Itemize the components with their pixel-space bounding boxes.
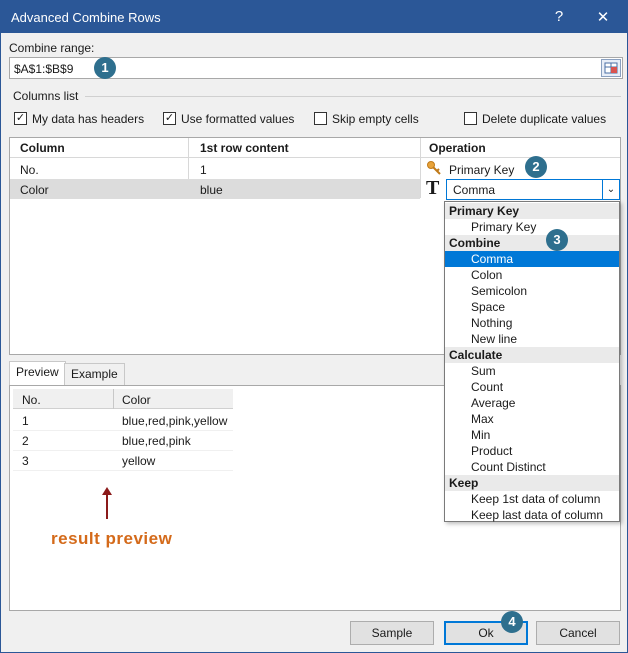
dd-group-calculate: Calculate: [445, 347, 619, 363]
help-button[interactable]: ?: [549, 8, 569, 25]
dd-option-semicolon[interactable]: Semicolon: [445, 283, 619, 299]
step-1-badge: 1: [94, 57, 116, 79]
preview-row: 2 blue,red,pink: [13, 431, 233, 451]
preview-cell: 3: [22, 454, 29, 468]
step-4-badge: 4: [501, 611, 523, 633]
preview-cell: yellow: [122, 454, 156, 468]
step-3-badge: 3: [546, 229, 568, 251]
dd-option-sum[interactable]: Sum: [445, 363, 619, 379]
dd-group-primary-key: Primary Key: [445, 203, 619, 219]
preview-cell: 2: [22, 434, 29, 448]
operation-combobox[interactable]: Comma ⌄: [446, 179, 620, 200]
headers-checkbox[interactable]: ✓: [14, 112, 27, 125]
grid-cell-column[interactable]: No.: [20, 163, 39, 177]
grid-divider: [420, 138, 421, 198]
preview-header-color: Color: [122, 393, 151, 407]
preview-row: 1 blue,red,pink,yellow: [13, 411, 233, 431]
step-2-badge: 2: [525, 156, 547, 178]
sample-button[interactable]: Sample: [350, 621, 434, 645]
title-bar: Advanced Combine Rows ? ✕: [1, 1, 627, 33]
chevron-down-icon[interactable]: ⌄: [602, 180, 619, 199]
dd-option-max[interactable]: Max: [445, 411, 619, 427]
cancel-button[interactable]: Cancel: [536, 621, 620, 645]
preview-header: No. Color: [13, 389, 233, 409]
range-select-icon: [604, 62, 618, 74]
operation-dropdown-list: Primary Key Primary Key Combine Comma Co…: [444, 201, 620, 522]
formatted-values-checkbox[interactable]: ✓: [163, 112, 176, 125]
dd-option-product[interactable]: Product: [445, 443, 619, 459]
grid-cell-column[interactable]: Color: [20, 183, 49, 197]
close-button[interactable]: ✕: [593, 8, 613, 26]
combine-range-value: $A$1:$B$9: [14, 62, 74, 76]
preview-cell: blue,red,pink: [122, 434, 191, 448]
dd-option-nothing[interactable]: Nothing: [445, 315, 619, 331]
grid-cell-content: 1: [200, 163, 207, 177]
text-type-icon: T: [426, 177, 440, 199]
dd-group-combine: Combine: [445, 235, 619, 251]
dd-option-average[interactable]: Average: [445, 395, 619, 411]
dd-option-comma[interactable]: Comma: [445, 251, 619, 267]
preview-cell: blue,red,pink,yellow: [122, 414, 228, 428]
tab-preview[interactable]: Preview: [9, 361, 66, 385]
grid-header: Column 1st row content Operation: [10, 138, 620, 158]
columns-list-label: Columns list: [13, 89, 79, 103]
dd-option-keep-last[interactable]: Keep last data of column: [445, 507, 619, 523]
column-header: Column: [20, 141, 65, 155]
result-preview-annotation: result preview: [51, 529, 173, 548]
dialog-window: Advanced Combine Rows ? ✕ Combine range:…: [0, 0, 628, 653]
content-header: 1st row content: [200, 141, 289, 155]
group-divider: [85, 96, 621, 97]
skip-empty-label: Skip empty cells: [332, 112, 419, 126]
tab-example[interactable]: Example: [64, 363, 125, 385]
arrow-up-icon: [102, 487, 112, 519]
dd-option-colon[interactable]: Colon: [445, 267, 619, 283]
dd-option-count[interactable]: Count: [445, 379, 619, 395]
operation-combobox-value: Comma: [453, 183, 496, 197]
formatted-values-label: Use formatted values: [181, 112, 295, 126]
range-select-button[interactable]: [601, 59, 621, 77]
window-title: Advanced Combine Rows: [11, 10, 161, 25]
preview-row: 3 yellow: [13, 451, 233, 471]
skip-empty-checkbox[interactable]: [314, 112, 327, 125]
operation-header: Operation: [429, 141, 486, 155]
dd-option-new-line[interactable]: New line: [445, 331, 619, 347]
headers-checkbox-label: My data has headers: [32, 112, 145, 126]
dd-option-space[interactable]: Space: [445, 299, 619, 315]
operation-primary-key[interactable]: Primary Key: [449, 163, 514, 177]
dd-option-primary-key[interactable]: Primary Key: [445, 219, 619, 235]
preview-header-no: No.: [22, 393, 41, 407]
grid-cell-content: blue: [200, 183, 223, 197]
dd-option-min[interactable]: Min: [445, 427, 619, 443]
delete-duplicates-checkbox[interactable]: [464, 112, 477, 125]
dd-option-keep-first[interactable]: Keep 1st data of column: [445, 491, 619, 507]
combine-range-label: Combine range:: [9, 41, 95, 55]
preview-cell: 1: [22, 414, 29, 428]
delete-duplicates-label: Delete duplicate values: [482, 112, 607, 126]
dd-option-count-distinct[interactable]: Count Distinct: [445, 459, 619, 475]
dd-group-keep: Keep: [445, 475, 619, 491]
